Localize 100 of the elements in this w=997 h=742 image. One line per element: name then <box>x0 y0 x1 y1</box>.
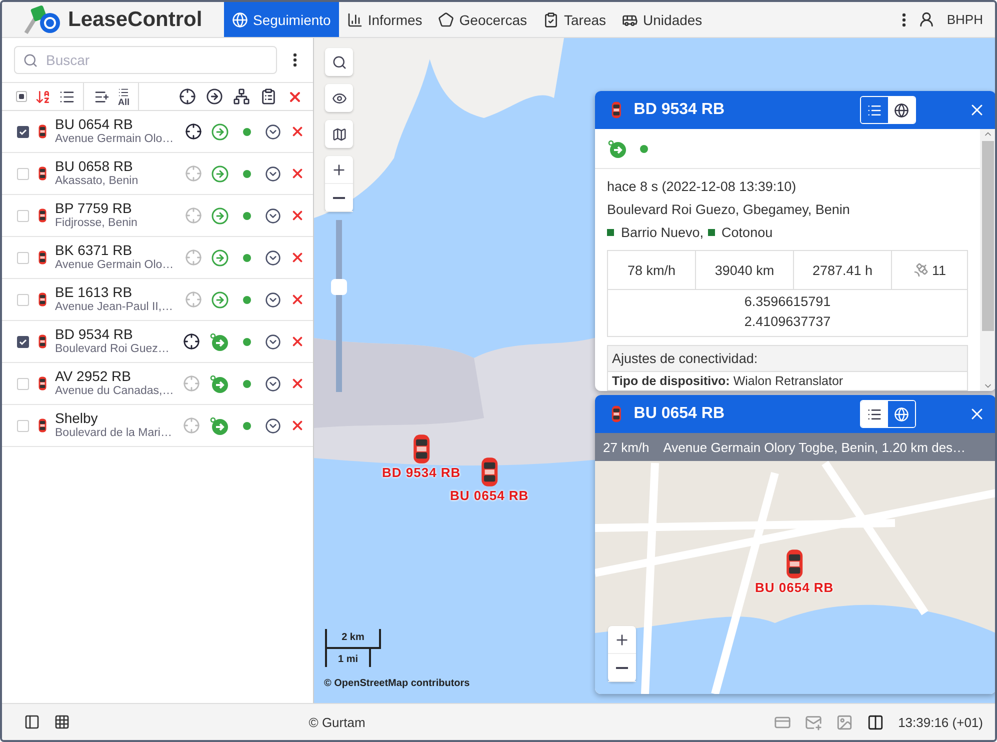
delete-icon[interactable] <box>290 208 305 223</box>
delete-icon[interactable] <box>290 334 305 349</box>
last-message-time: hace 8 s (2022-12-08 13:39:10) <box>607 179 798 194</box>
unit-address: Avenue du Canadas,… <box>55 384 174 399</box>
clock-time: 13:39:16 (+01) <box>898 714 983 730</box>
delete-icon[interactable] <box>290 292 305 307</box>
plus-icon <box>614 632 630 648</box>
coordinate: 6.3596615791 <box>744 293 831 311</box>
nav-tab[interactable]: Tareas <box>535 2 614 37</box>
delete-icon[interactable] <box>290 250 305 265</box>
unit-name[interactable]: AV 2952 RB <box>55 368 132 384</box>
status-dot <box>243 380 251 388</box>
search-icon <box>332 54 346 70</box>
nav-tab[interactable]: Unidades <box>614 2 710 37</box>
image-icon[interactable] <box>836 714 854 730</box>
clipboard-check-icon <box>543 12 559 28</box>
dropdown-icon[interactable] <box>265 418 281 434</box>
dropdown-icon[interactable] <box>265 334 281 350</box>
crosshair-icon[interactable] <box>179 88 196 105</box>
vehicle-label: BU 0654 RB <box>755 580 834 595</box>
nav-tab[interactable]: Geocercas <box>430 2 535 37</box>
crosshair-icon[interactable] <box>183 333 200 350</box>
globe-icon <box>894 406 909 422</box>
delete-icon[interactable] <box>290 166 305 181</box>
eye-icon <box>332 90 346 106</box>
apps-grid-icon[interactable] <box>54 714 70 730</box>
unit-address: Boulevard de la Mari… <box>55 426 172 441</box>
car-icon <box>38 250 47 265</box>
bar-chart-icon <box>346 12 363 28</box>
scale-bar-metric: 2 km <box>325 629 381 649</box>
dropdown-icon[interactable] <box>265 250 281 266</box>
arrow-right-icon[interactable] <box>206 88 223 105</box>
car-icon <box>38 208 47 223</box>
minus-icon <box>333 196 345 198</box>
unit-name[interactable]: BE 1613 RB <box>55 284 132 300</box>
more-icon <box>902 12 906 26</box>
car-icon <box>611 405 622 423</box>
clipboard-icon[interactable] <box>260 88 277 105</box>
nav-tab[interactable]: Seguimiento <box>224 2 339 37</box>
unit-location: Boulevard Roi Guezo, Gbegamey, Benin <box>607 202 851 217</box>
pentagon-icon <box>438 12 454 28</box>
unit-address: Fidjrosse, Benin <box>55 216 138 231</box>
columns-icon[interactable] <box>867 714 884 730</box>
more-icon <box>293 53 297 67</box>
status-dot <box>243 338 251 346</box>
map-layers-button[interactable] <box>325 120 353 148</box>
scrollbar[interactable] <box>980 129 995 391</box>
unit-name[interactable]: BU 0658 RB <box>55 158 133 174</box>
list-icon <box>867 102 882 118</box>
unit-name[interactable]: Shelby <box>55 410 98 426</box>
section-header: Ajustes de conectividad: <box>608 346 967 372</box>
delete-icon[interactable] <box>290 418 305 433</box>
check-icon <box>19 128 27 136</box>
search-field[interactable]: Buscar <box>14 46 277 74</box>
list-view-button[interactable] <box>861 401 888 427</box>
car-icon <box>611 101 622 119</box>
delete-icon[interactable] <box>290 124 305 139</box>
dropdown-icon[interactable] <box>265 376 281 392</box>
panel-toggle-icon[interactable] <box>24 714 40 730</box>
car-icon <box>38 418 47 433</box>
unit-name[interactable]: BP 7759 RB <box>55 200 132 216</box>
unit-checkbox[interactable] <box>17 336 29 348</box>
crosshair-icon[interactable] <box>185 123 202 140</box>
copyright: © Gurtam <box>308 714 366 730</box>
dropdown-icon[interactable] <box>265 124 281 140</box>
status-dot <box>243 212 251 220</box>
search-button[interactable] <box>325 48 353 76</box>
unit-address: Akassato, Benin <box>55 174 138 189</box>
unit-name[interactable]: BU 0654 RB <box>55 116 133 132</box>
unit-checkbox[interactable] <box>17 126 29 138</box>
status-dot <box>243 170 251 178</box>
minus-icon <box>616 666 628 668</box>
add-all-button[interactable]: All <box>118 86 130 106</box>
mail-icon[interactable] <box>805 714 822 730</box>
dropdown-icon[interactable] <box>265 166 281 182</box>
dropdown-icon[interactable] <box>265 292 281 308</box>
user-name: BHPH <box>946 12 984 27</box>
list-icon <box>867 406 882 422</box>
status-dot <box>243 128 251 136</box>
unit-name[interactable]: BK 6371 RB <box>55 242 132 258</box>
dropdown-icon[interactable] <box>265 208 281 224</box>
add-list-icon[interactable] <box>94 88 110 104</box>
zoom-slider-thumb[interactable] <box>331 279 347 296</box>
unit-speed: 27 km/h <box>603 440 650 454</box>
globe-icon <box>232 12 248 28</box>
map-attribution: © OpenStreetMap contributors <box>324 678 470 689</box>
coordinate: 2.4109637737 <box>744 313 831 331</box>
network-icon[interactable] <box>233 88 250 105</box>
list-icon[interactable] <box>59 88 75 104</box>
unit-address: Avenue Jean-Paul II,… <box>55 300 174 315</box>
select-all-checkbox[interactable] <box>16 91 27 102</box>
delete-icon[interactable] <box>290 376 305 391</box>
map-view-button[interactable] <box>888 97 915 123</box>
visibility-button[interactable] <box>325 84 353 112</box>
status-dot <box>243 254 251 262</box>
unit-name[interactable]: BD 9534 RB <box>55 326 133 342</box>
nav-tab[interactable]: Informes <box>338 2 430 37</box>
list-icon <box>118 86 130 98</box>
sort-icon[interactable] <box>35 88 51 104</box>
scale-bar-imperial: 1 mi <box>325 647 371 667</box>
